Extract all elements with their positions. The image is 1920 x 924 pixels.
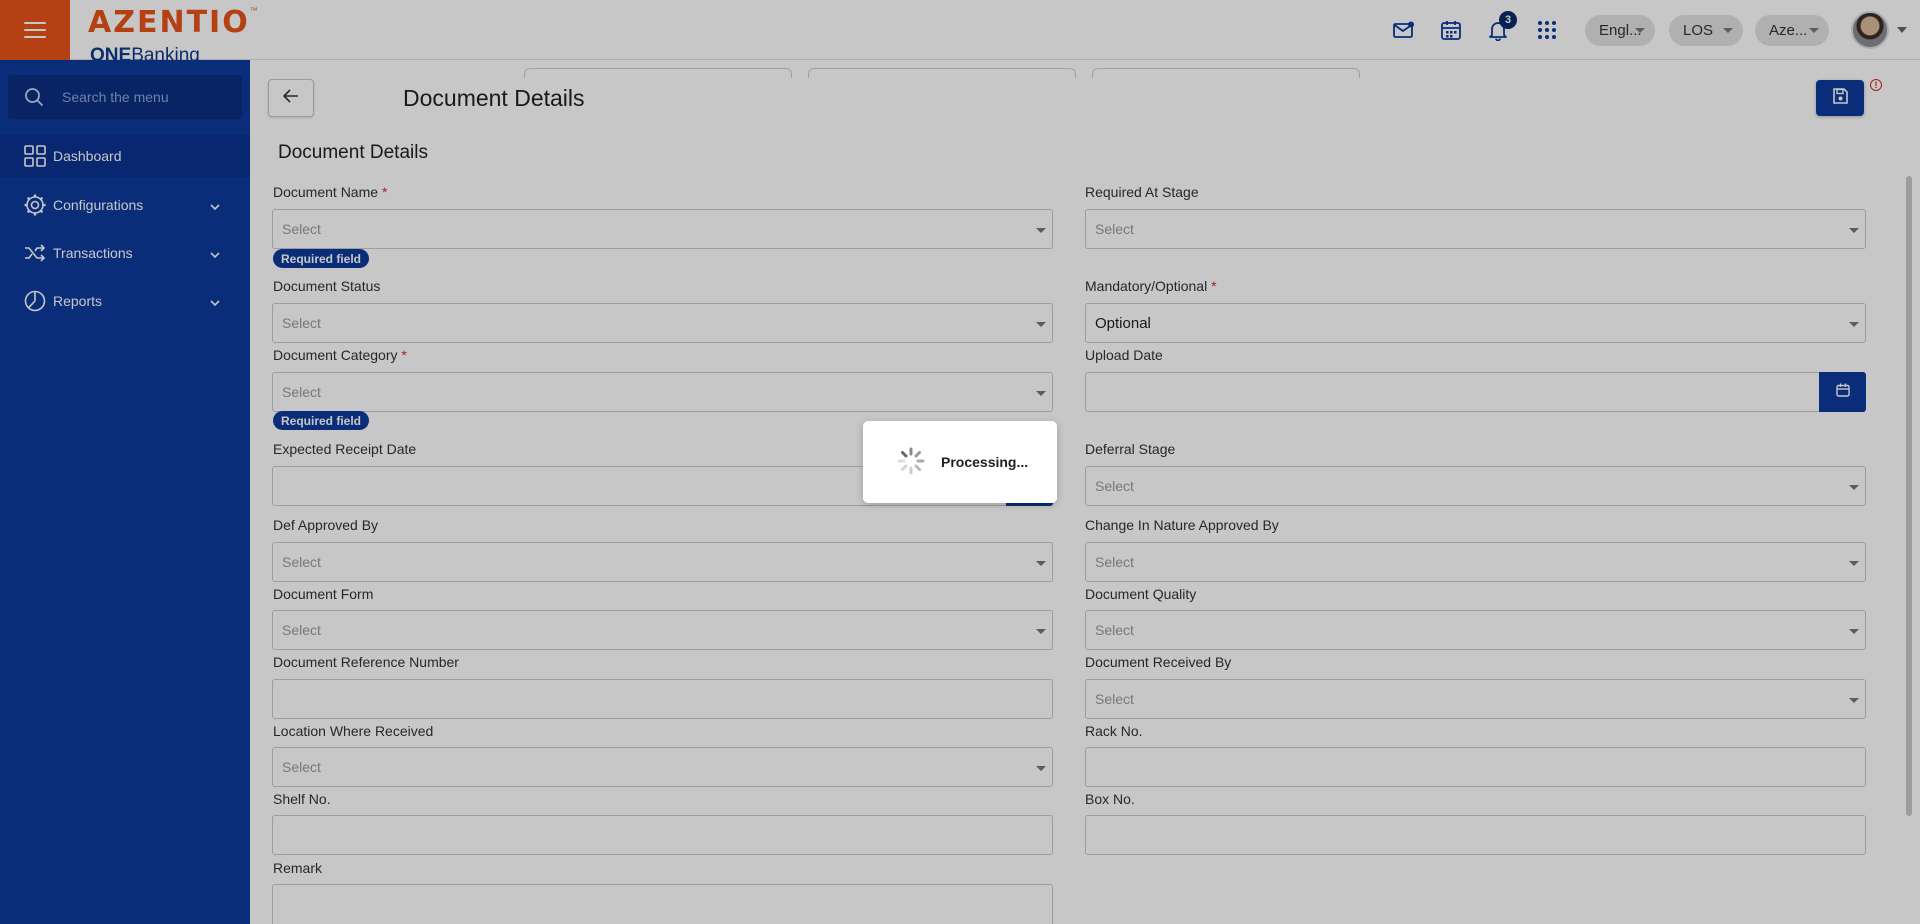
loading-spinner-icon	[896, 446, 926, 481]
processing-text: Processing...	[941, 454, 1029, 470]
processing-dialog: Processing...	[863, 421, 1057, 503]
